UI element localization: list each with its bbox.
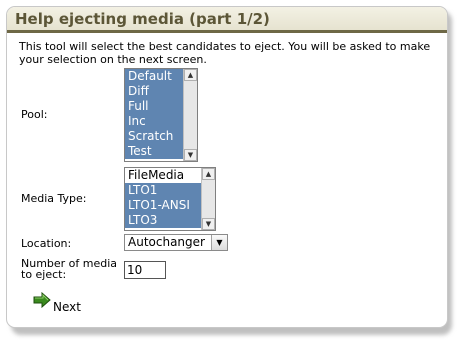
eject-media-panel: Help ejecting media (part 1/2) This tool… [6, 6, 448, 328]
scroll-up-arrow-icon[interactable]: ▲ [184, 69, 197, 81]
page-title: Help ejecting media (part 1/2) [15, 10, 270, 28]
media-type-listbox[interactable]: FileMedia LTO1 LTO1-ANSI LTO3 ▲ ▼ [124, 167, 216, 231]
dropdown-arrow-icon[interactable]: ▼ [211, 235, 227, 250]
number-to-eject-input[interactable]: 10 [124, 261, 166, 279]
media-type-scrollbar[interactable]: ▲ ▼ [201, 168, 215, 230]
location-selected-value: Autochanger [128, 235, 205, 249]
intro-text: This tool will select the best candidate… [19, 40, 431, 66]
pool-listbox[interactable]: Default Diff Full Inc Scratch Test ▲ ▼ [124, 68, 198, 162]
number-label-line2: to eject: [21, 268, 67, 281]
pool-scrollbar[interactable]: ▲ ▼ [183, 69, 197, 161]
location-select[interactable]: Autochanger ▼ [124, 234, 228, 251]
next-arrow-icon[interactable] [33, 292, 51, 308]
title-bar: Help ejecting media (part 1/2) [7, 7, 447, 33]
scroll-down-arrow-icon[interactable]: ▼ [184, 149, 197, 161]
scroll-up-arrow-icon[interactable]: ▲ [202, 168, 215, 180]
location-label: Location: [21, 237, 72, 250]
scroll-down-arrow-icon[interactable]: ▼ [202, 218, 215, 230]
pool-label: Pool: [21, 108, 48, 121]
media-type-label: Media Type: [21, 192, 87, 205]
next-label[interactable]: Next [53, 300, 81, 314]
